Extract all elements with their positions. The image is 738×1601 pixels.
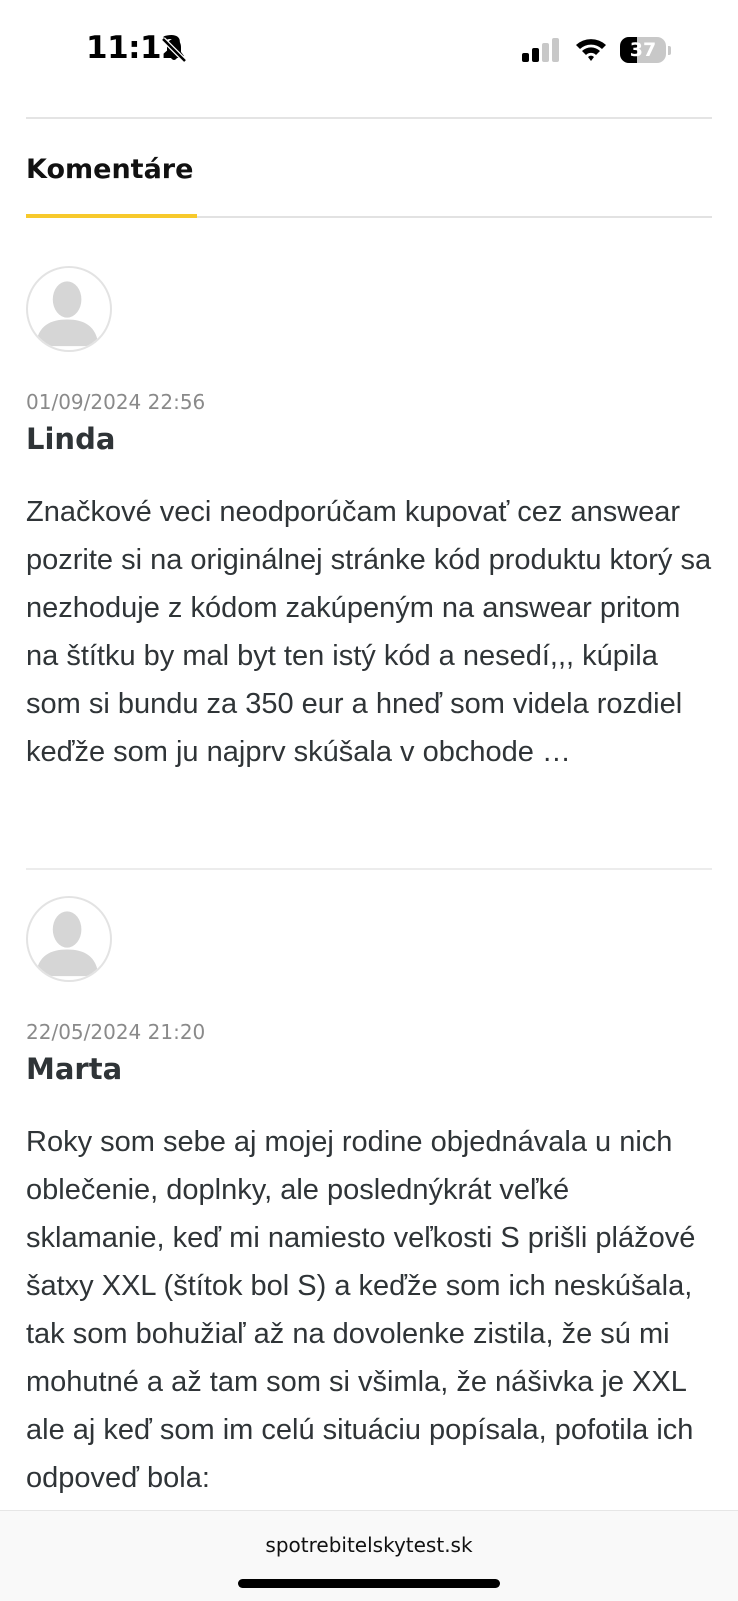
battery-body: 37 (620, 37, 666, 63)
top-divider (26, 117, 712, 119)
user-silhouette-icon (26, 896, 112, 982)
status-bar: 11:12 37 (0, 0, 738, 100)
comment-divider (26, 868, 712, 870)
comments-title: Komentáre (26, 154, 194, 185)
comment-author: Linda (26, 422, 116, 456)
wifi-icon (576, 39, 606, 61)
comment-text: Značkové veci neodporúčam kupovať cez an… (26, 496, 712, 768)
battery-level: 37 (629, 39, 657, 61)
browser-bottom-bar: spotrebitelskytest.sk (0, 1510, 738, 1601)
battery-nub (668, 46, 671, 55)
bell-slash-icon (161, 37, 187, 63)
comment-date: 01/09/2024 22:56 (26, 390, 206, 414)
tab-underline-accent (26, 214, 197, 218)
battery-icon: 37 (620, 37, 672, 63)
user-silhouette-icon (26, 266, 112, 352)
home-indicator[interactable] (238, 1579, 500, 1588)
cellular-signal-icon (522, 38, 559, 62)
comment-date: 22/05/2024 21:20 (26, 1020, 206, 1044)
comment-text: Roky som sebe aj mojej rodine objednával… (26, 1126, 696, 1494)
url-address[interactable]: spotrebitelskytest.sk (0, 1533, 738, 1557)
comment-author: Marta (26, 1052, 123, 1086)
